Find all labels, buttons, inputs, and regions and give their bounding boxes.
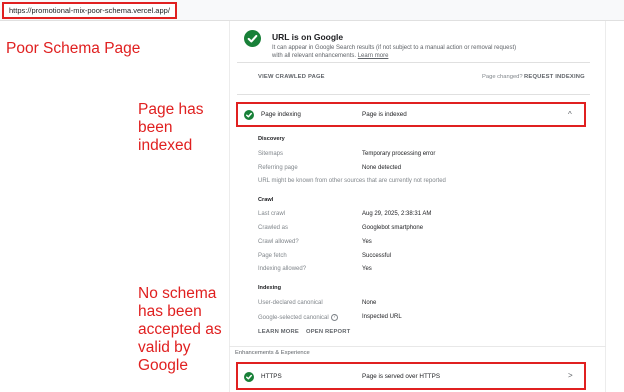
discovery-heading: Discovery (258, 136, 285, 142)
referring-page-label: Referring page (258, 165, 298, 171)
browser-url-bar: https://promotional-mix-poor-schema.verc… (0, 0, 624, 21)
discovery-note: URL might be known from other sources th… (258, 178, 446, 184)
page-fetch-label: Page fetch (258, 253, 287, 259)
sitemaps-label: Sitemaps (258, 151, 284, 157)
annotation-page-title: Poor Schema Page (6, 40, 141, 57)
page-indexing-label: Page indexing (261, 111, 301, 118)
google-canonical-value: Inspected URL (362, 314, 402, 320)
divider (237, 94, 590, 95)
check-circle-icon (244, 110, 254, 120)
https-status: Page is served over HTTPS (362, 373, 441, 380)
https-label: HTTPS (261, 373, 282, 380)
sitemaps-value: Temporary processing error (362, 151, 436, 157)
enhancements-heading: Enhancements & Experience (229, 346, 606, 358)
check-circle-icon (244, 372, 254, 382)
learn-more-link[interactable]: Learn more (358, 53, 389, 59)
crawl-allowed-label: Crawl allowed? (258, 239, 299, 245)
summary-description-text: It can appear in Google Search results (… (272, 45, 517, 59)
google-canonical-label-text: Google-selected canonical (258, 315, 329, 322)
google-canonical-label: Google-selected canonical? (258, 314, 338, 321)
last-crawl-label: Last crawl (258, 211, 286, 217)
user-canonical-label: User-declared canonical (258, 300, 323, 306)
indexing-heading: Indexing (258, 285, 281, 291)
summary-description: It can appear in Google Search results (… (272, 44, 517, 60)
crawl-heading: Crawl (258, 197, 274, 203)
crawled-as-value: Googlebot smartphone (362, 225, 424, 231)
check-circle-icon (244, 30, 261, 47)
open-report-button[interactable]: OPEN REPORT (306, 329, 350, 335)
divider (237, 62, 590, 63)
help-circle-icon[interactable]: ? (330, 314, 338, 321)
last-crawl-value: Aug 29, 2025, 2:38:31 AM (362, 211, 432, 217)
chevron-up-icon[interactable]: ^ (568, 110, 572, 119)
enhancements-heading-text: Enhancements & Experience (235, 350, 310, 356)
referring-page-value: None detected (362, 165, 402, 171)
crawl-allowed-value: Yes (362, 239, 372, 245)
page-fetch-value: Successful (362, 253, 392, 259)
indexing-allowed-label: Indexing allowed? (258, 266, 307, 272)
learn-more-button[interactable]: LEARN MORE (258, 329, 299, 335)
page-changed-label: Page changed? (482, 74, 523, 80)
indexing-allowed-value: Yes (362, 266, 372, 272)
crawled-as-label: Crawled as (258, 225, 289, 231)
summary-title: URL is on Google (272, 32, 344, 42)
page-indexing-status: Page is indexed (362, 111, 407, 118)
chevron-right-icon[interactable]: > (568, 371, 573, 380)
annotation-schema: No schema has been accepted as valid by … (138, 285, 222, 374)
url-text[interactable]: https://promotional-mix-poor-schema.verc… (2, 2, 177, 19)
annotation-indexed: Page has been indexed (138, 101, 204, 154)
view-crawled-page-button[interactable]: VIEW CRAWLED PAGE (258, 74, 325, 80)
user-canonical-value: None (362, 300, 377, 306)
request-indexing-button[interactable]: REQUEST INDEXING (524, 74, 585, 80)
